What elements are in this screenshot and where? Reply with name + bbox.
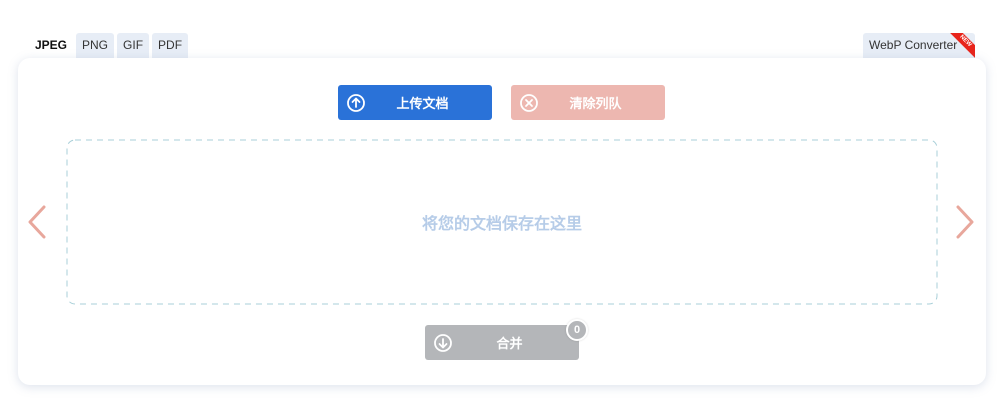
clear-queue-button[interactable]: 清除列队 [511,85,665,120]
chevron-right-icon [956,205,974,239]
merge-button[interactable]: 合并 [425,325,579,360]
merge-button-label: 合并 [496,336,523,351]
drop-zone[interactable]: 将您的文档保存在这里 [66,139,938,305]
prev-arrow[interactable] [27,205,47,239]
tab-pdf[interactable]: PDF [152,33,189,58]
new-ribbon-label: NEW [949,33,975,58]
upload-button[interactable]: 上传文档 [338,85,492,120]
tab-png[interactable]: PNG [76,33,115,58]
arrow-up-circle-icon [346,93,365,112]
tab-jpeg[interactable]: JPEG [29,33,74,58]
drop-zone-text: 将您的文档保存在这里 [421,216,582,233]
new-ribbon: NEW [949,33,975,58]
chevron-left-icon [28,205,46,239]
arrow-down-circle-icon [433,333,452,352]
webp-tab-label: WebP Converter [869,38,958,52]
clear-queue-button-label: 清除列队 [569,96,622,111]
tab-webp-converter[interactable]: WebP Converter NEW [863,33,975,58]
x-circle-icon [519,93,538,112]
upload-button-label: 上传文档 [396,96,449,111]
format-tabs: JPEG PNG GIF PDF [29,33,189,58]
tab-gif[interactable]: GIF [117,33,150,58]
next-arrow[interactable] [955,205,975,239]
converter-app: JPEG PNG GIF PDF WebP Converter NEW 上传文档 [0,0,1005,416]
merge-count-badge: 0 [566,319,588,341]
